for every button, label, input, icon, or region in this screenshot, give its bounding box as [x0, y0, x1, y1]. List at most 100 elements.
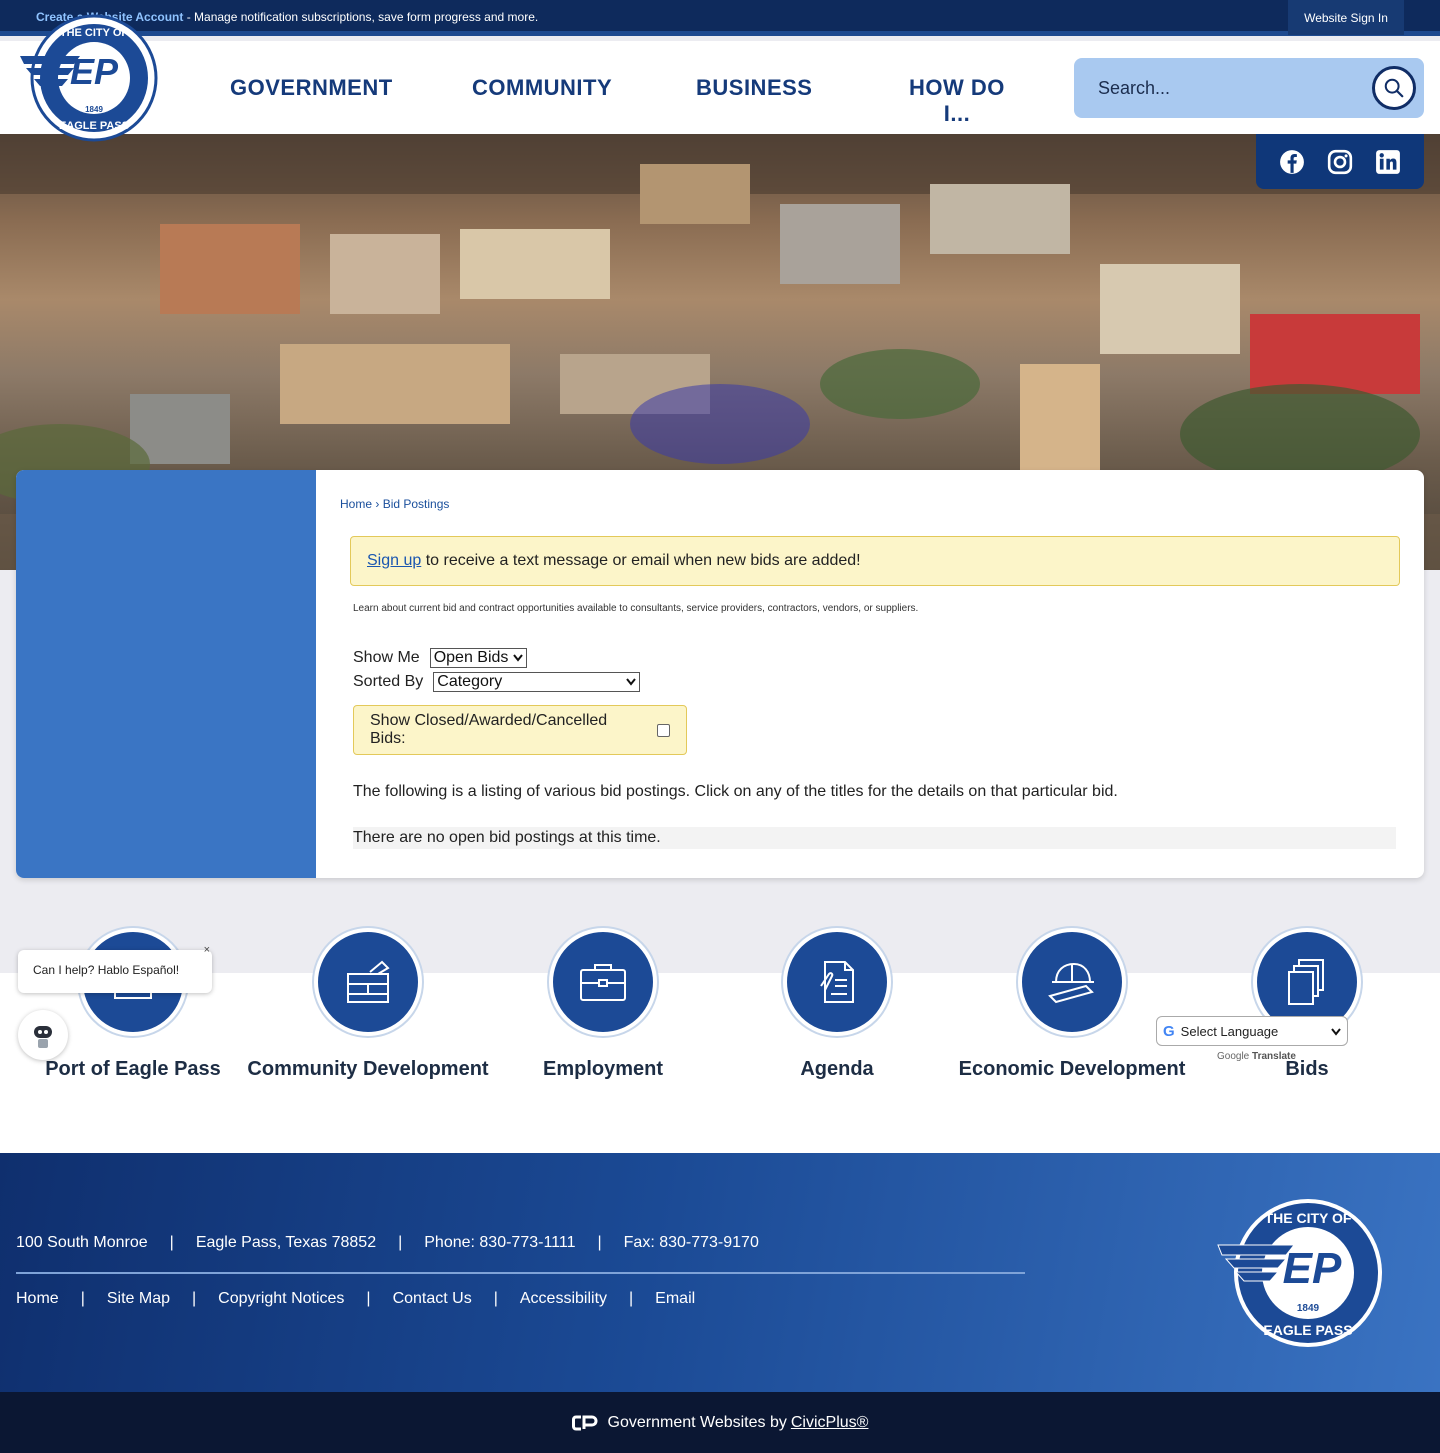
city-logo[interactable]: EP 1849 THE CITY OF EAGLE PASS [18, 12, 170, 144]
linkedin-icon[interactable] [1375, 149, 1401, 175]
quick-link-economic-development[interactable]: Economic Development [942, 928, 1202, 1082]
quick-link-agenda[interactable]: Agenda [707, 928, 967, 1082]
signup-notice-text: to receive a text message or email when … [421, 552, 861, 569]
footer-link-copyright[interactable]: Copyright Notices [218, 1290, 344, 1308]
bottom-text: Government Websites by [607, 1413, 787, 1431]
breadcrumb-separator: › [375, 497, 380, 511]
breadcrumb-home[interactable]: Home [340, 497, 372, 511]
logo-year: 1849 [85, 105, 103, 114]
footer-fax: Fax: 830-773-9170 [623, 1234, 759, 1251]
footer-city: Eagle Pass, Texas 78852 [195, 1234, 377, 1251]
quick-link-circle[interactable] [549, 928, 657, 1036]
quick-link-label: Employment [542, 1058, 664, 1080]
logo-monogram: EP [70, 51, 119, 92]
sidebar [16, 470, 316, 878]
top-bar: Create a Website Account - Manage notifi… [0, 0, 1440, 36]
language-select[interactable]: G Select Language [1156, 1016, 1348, 1046]
nav-how-do-i[interactable]: HOW DO I... [898, 75, 1016, 141]
footer-separator: | [493, 1290, 498, 1307]
main-content: Home › Bid Postings Sign up to receive a… [16, 470, 1424, 878]
search-input[interactable]: Search... [1098, 78, 1170, 99]
chevron-down-icon [1331, 1028, 1341, 1036]
powered-by-google: Google Translate [1217, 1051, 1296, 1062]
closed-bids-checkbox[interactable] [657, 723, 670, 737]
breadcrumb-current[interactable]: Bid Postings [383, 497, 450, 511]
nav-government[interactable]: GOVERNMENT [230, 75, 392, 141]
sign-in-button[interactable]: Website Sign In [1288, 0, 1404, 35]
bottom-bar: Government Websites by CivicPlus® [0, 1392, 1440, 1453]
signup-notice: Sign up to receive a text message or ema… [350, 536, 1400, 586]
construction-icon [347, 960, 390, 1003]
search-icon [1384, 78, 1404, 98]
footer-logo: EP 1849 THE CITY OF EAGLE PASS [1217, 1199, 1382, 1347]
logo-top-text: THE CITY OF [60, 27, 129, 39]
signup-link[interactable]: Sign up [367, 552, 421, 569]
chatbot-button[interactable] [18, 1010, 68, 1060]
show-me-select[interactable]: Open Bids [429, 648, 527, 668]
civicplus-icon [571, 1415, 598, 1430]
search-box[interactable]: Search... [1074, 58, 1424, 118]
briefcase-icon [580, 964, 626, 1001]
footer-link-accessibility[interactable]: Accessibility [520, 1290, 607, 1308]
footer-contact: 100 South Monroe | Eagle Pass, Texas 788… [16, 1234, 759, 1252]
quick-link-label: Economic Development [958, 1058, 1186, 1080]
closed-bids-label: Show Closed/Awarded/Cancelled Bids: [370, 712, 608, 747]
footer-link-site-map[interactable]: Site Map [107, 1290, 170, 1308]
hardhat-icon [1048, 962, 1094, 1004]
powered-by-label: Google [1217, 1051, 1250, 1062]
files-icon [1288, 959, 1324, 1005]
footer-link-email[interactable]: Email [655, 1290, 695, 1308]
sorted-by-select[interactable]: Category [433, 672, 641, 692]
footer-divider [16, 1272, 1025, 1274]
show-me-value: Open Bids [433, 649, 509, 666]
chevron-down-icon [626, 678, 637, 686]
footer-separator: | [629, 1290, 634, 1307]
social-links [1256, 134, 1424, 189]
closed-bids-filter: Show Closed/Awarded/Cancelled Bids: [353, 705, 687, 755]
footer-logo-year: 1849 [1297, 1303, 1320, 1314]
breadcrumb: Home › Bid Postings [340, 497, 449, 511]
chevron-down-icon [512, 654, 523, 662]
quick-link-community-development[interactable]: Community Development [238, 928, 498, 1082]
close-icon[interactable]: × [204, 944, 210, 956]
show-me-row: Show Me Open Bids [353, 648, 527, 668]
search-button[interactable] [1372, 66, 1416, 110]
translate-link[interactable]: Translate [1252, 1051, 1296, 1062]
account-message-text: - Manage notification subscriptions, sav… [183, 10, 539, 24]
no-bids-message: There are no open bid postings at this t… [353, 827, 1396, 849]
quick-link-circle[interactable] [1018, 928, 1126, 1036]
footer-separator: | [169, 1234, 174, 1251]
chat-bubble[interactable]: Can I help? Hablo Español! × [18, 944, 212, 993]
footer-separator: | [398, 1234, 403, 1251]
instagram-icon[interactable] [1327, 149, 1353, 175]
footer-logo-bottom-text: EAGLE PASS [1263, 1322, 1352, 1338]
quick-link-circle[interactable] [783, 928, 891, 1036]
quick-link-label: Bids [1285, 1058, 1329, 1080]
footer-phone[interactable]: Phone: 830-773-1111 [424, 1234, 575, 1252]
sorted-by-value: Category [437, 673, 503, 690]
quick-link-employment[interactable]: Employment [473, 928, 733, 1082]
facebook-icon[interactable] [1279, 149, 1305, 175]
show-me-label: Show Me [353, 649, 420, 666]
quick-link-bids[interactable]: Bids [1177, 928, 1437, 1082]
sorted-by-row: Sorted By Category [353, 672, 641, 692]
nav-community[interactable]: COMMUNITY [472, 75, 612, 141]
footer-separator: | [366, 1290, 371, 1307]
footer-separator: | [191, 1290, 197, 1307]
footer-separator: | [597, 1234, 602, 1251]
listing-text: The following is a listing of various bi… [353, 783, 1118, 800]
footer-separator: | [80, 1290, 85, 1307]
intro-text: Learn about current bid and contract opp… [353, 603, 919, 614]
footer-links: Home | Site Map | Copyright Notices | Co… [16, 1290, 695, 1308]
main-nav: GOVERNMENT COMMUNITY BUSINESS HOW DO I..… [230, 75, 1016, 141]
quick-link-circle[interactable] [314, 928, 422, 1036]
footer-link-home[interactable]: Home [16, 1290, 59, 1308]
footer-link-contact[interactable]: Contact Us [393, 1290, 472, 1308]
document-icon [820, 961, 854, 1003]
nav-business[interactable]: BUSINESS [696, 75, 812, 141]
language-select-label: Select Language [1180, 1023, 1279, 1039]
footer-address: 100 South Monroe [16, 1234, 148, 1251]
sorted-by-label: Sorted By [353, 673, 424, 690]
civicplus-link[interactable]: CivicPlus® [791, 1414, 869, 1432]
footer-logo-top-text: THE CITY OF [1265, 1210, 1352, 1226]
